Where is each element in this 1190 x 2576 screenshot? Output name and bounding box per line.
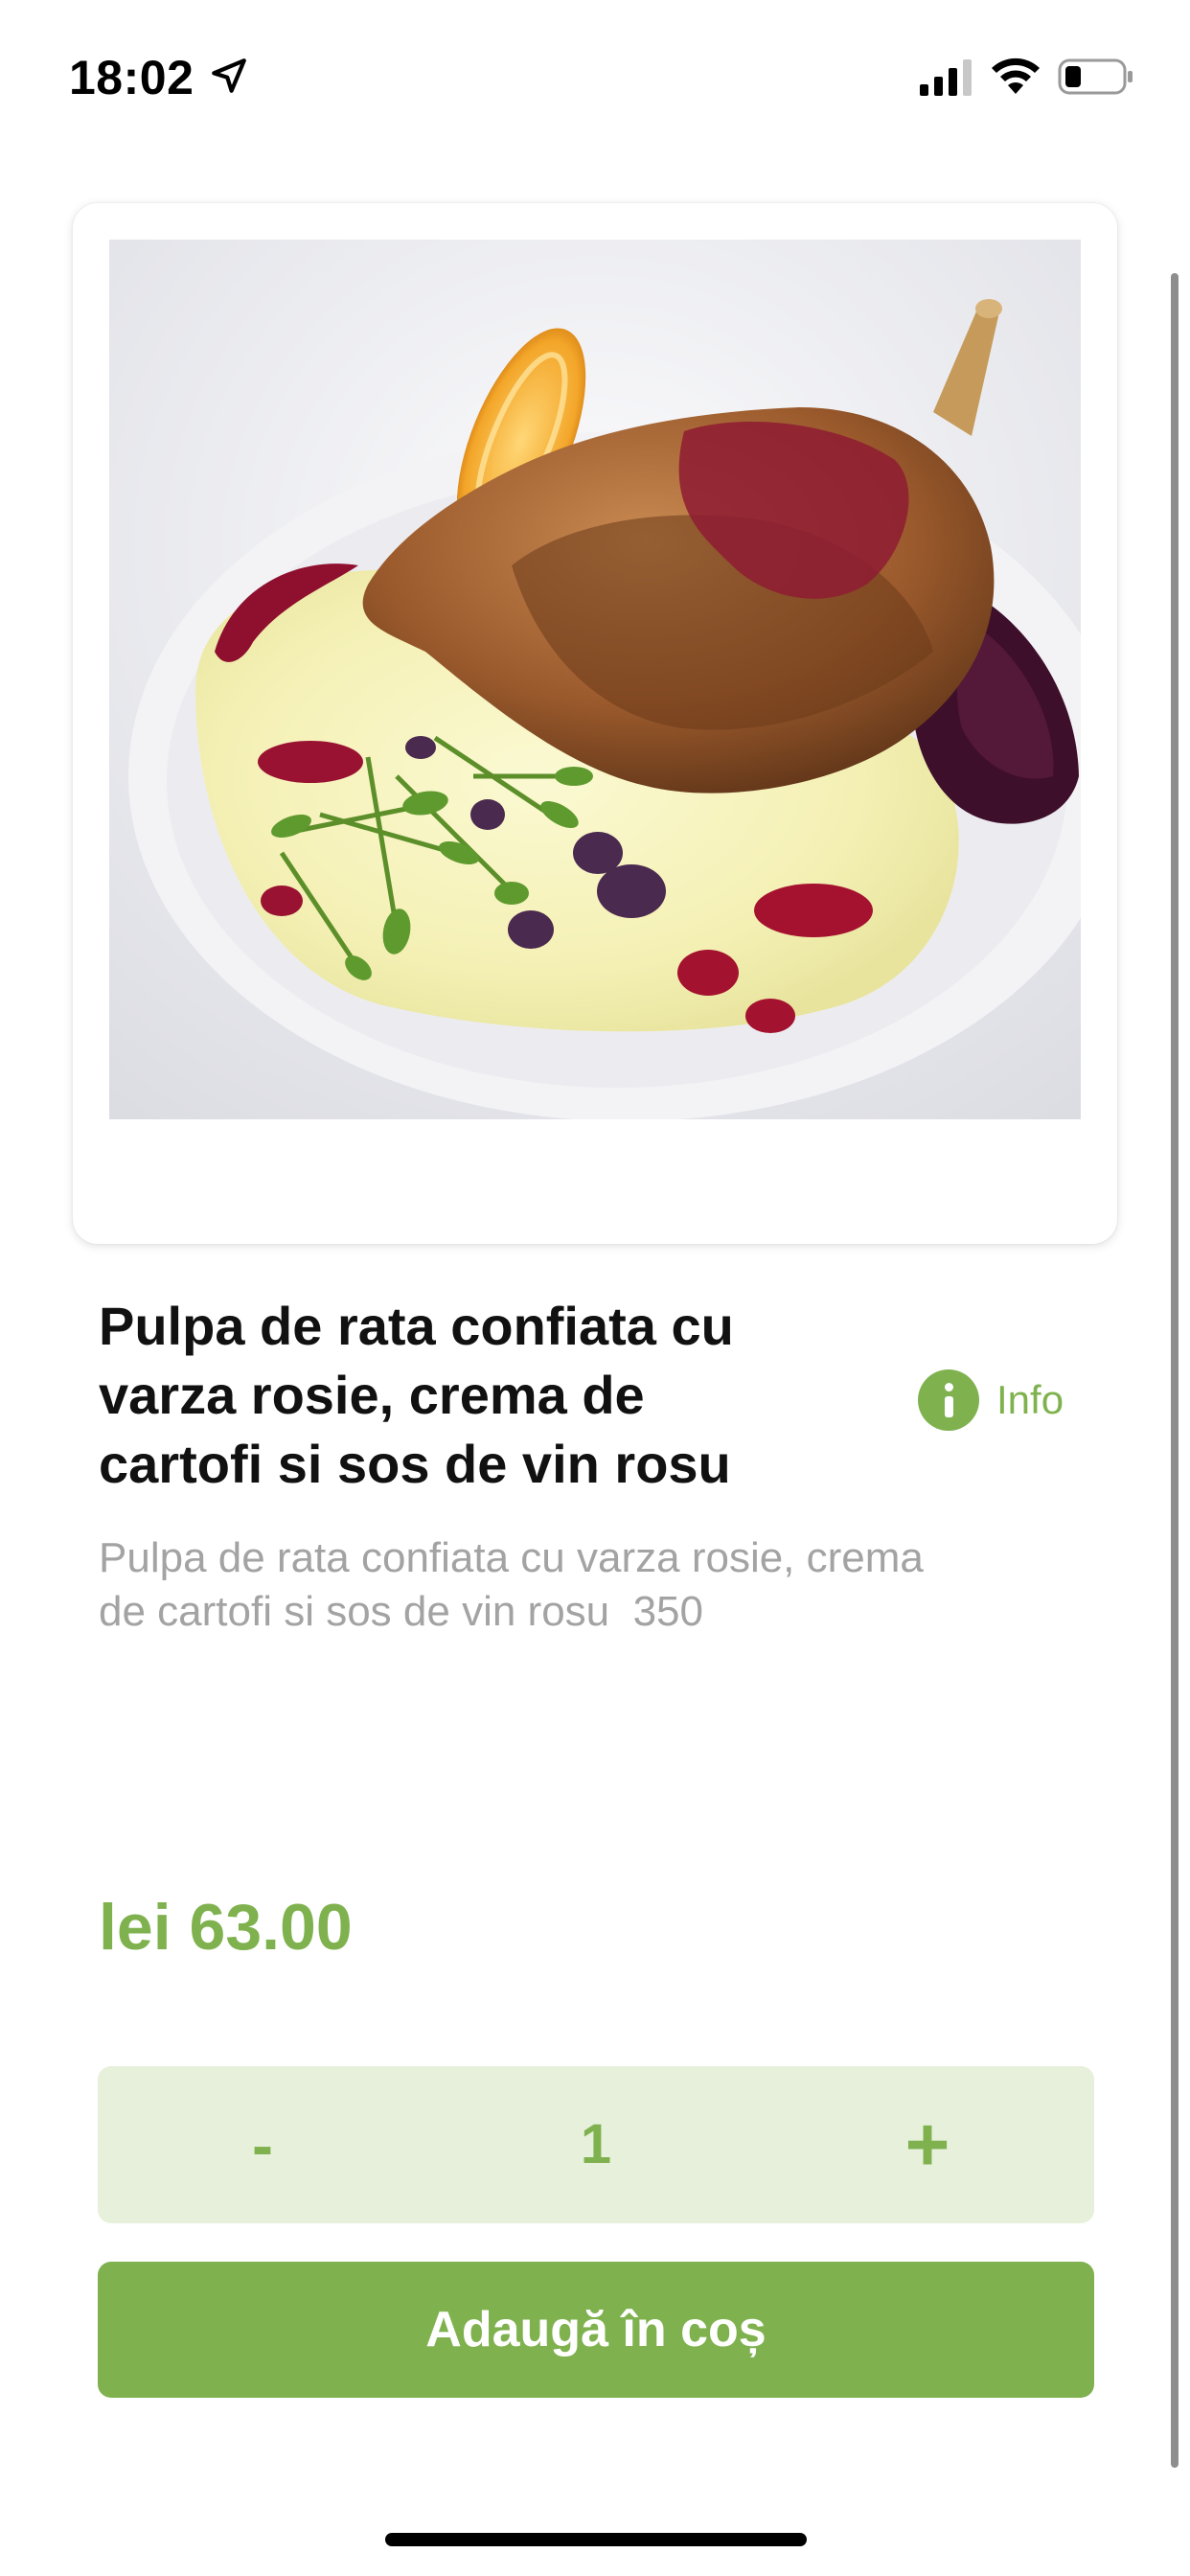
product-photo — [109, 240, 1081, 1119]
info-label: Info — [996, 1377, 1064, 1422]
home-indicator[interactable] — [385, 2533, 807, 2546]
status-time: 18:02 — [69, 51, 195, 104]
increase-quantity-button[interactable]: + — [832, 2066, 1023, 2223]
product-image-card — [73, 203, 1117, 1244]
location-arrow-icon — [212, 58, 246, 93]
product-title-line-3: cartofi si sos de vin rosu — [99, 1434, 731, 1494]
info-circle-icon — [918, 1369, 979, 1431]
product-description-line-1: Pulpa de rata confiata cu varza rosie, c… — [99, 1534, 924, 1581]
status-bar: 18:02 — [0, 0, 1190, 144]
product-description: Pulpa de rata confiata cu varza rosie, c… — [99, 1531, 1095, 1639]
product-title: Pulpa de rata confiata cu varza rosie, c… — [99, 1292, 865, 1499]
info-button[interactable]: Info — [918, 1368, 1064, 1432]
quantity-stepper: - 1 + — [98, 2066, 1094, 2223]
product-description-line-2: de cartofi si sos de vin rosu 350 — [99, 1588, 703, 1635]
cellular-signal-icon — [920, 59, 972, 96]
scrollbar[interactable] — [1171, 273, 1179, 2468]
add-to-cart-button[interactable]: Adaugă în coș — [98, 2262, 1094, 2398]
product-title-line-2: varza rosie, crema de — [99, 1365, 645, 1425]
decrease-quantity-button[interactable]: - — [167, 2066, 358, 2223]
product-detail-screen: 18:02 Pulpa de rata confiata cu varza ro… — [0, 0, 1190, 2576]
quantity-value: 1 — [580, 2113, 612, 2175]
product-title-line-1: Pulpa de rata confiata cu — [99, 1296, 734, 1356]
battery-icon — [1058, 58, 1133, 95]
product-price: lei 63.00 — [99, 1891, 353, 1964]
wifi-icon — [992, 58, 1040, 94]
